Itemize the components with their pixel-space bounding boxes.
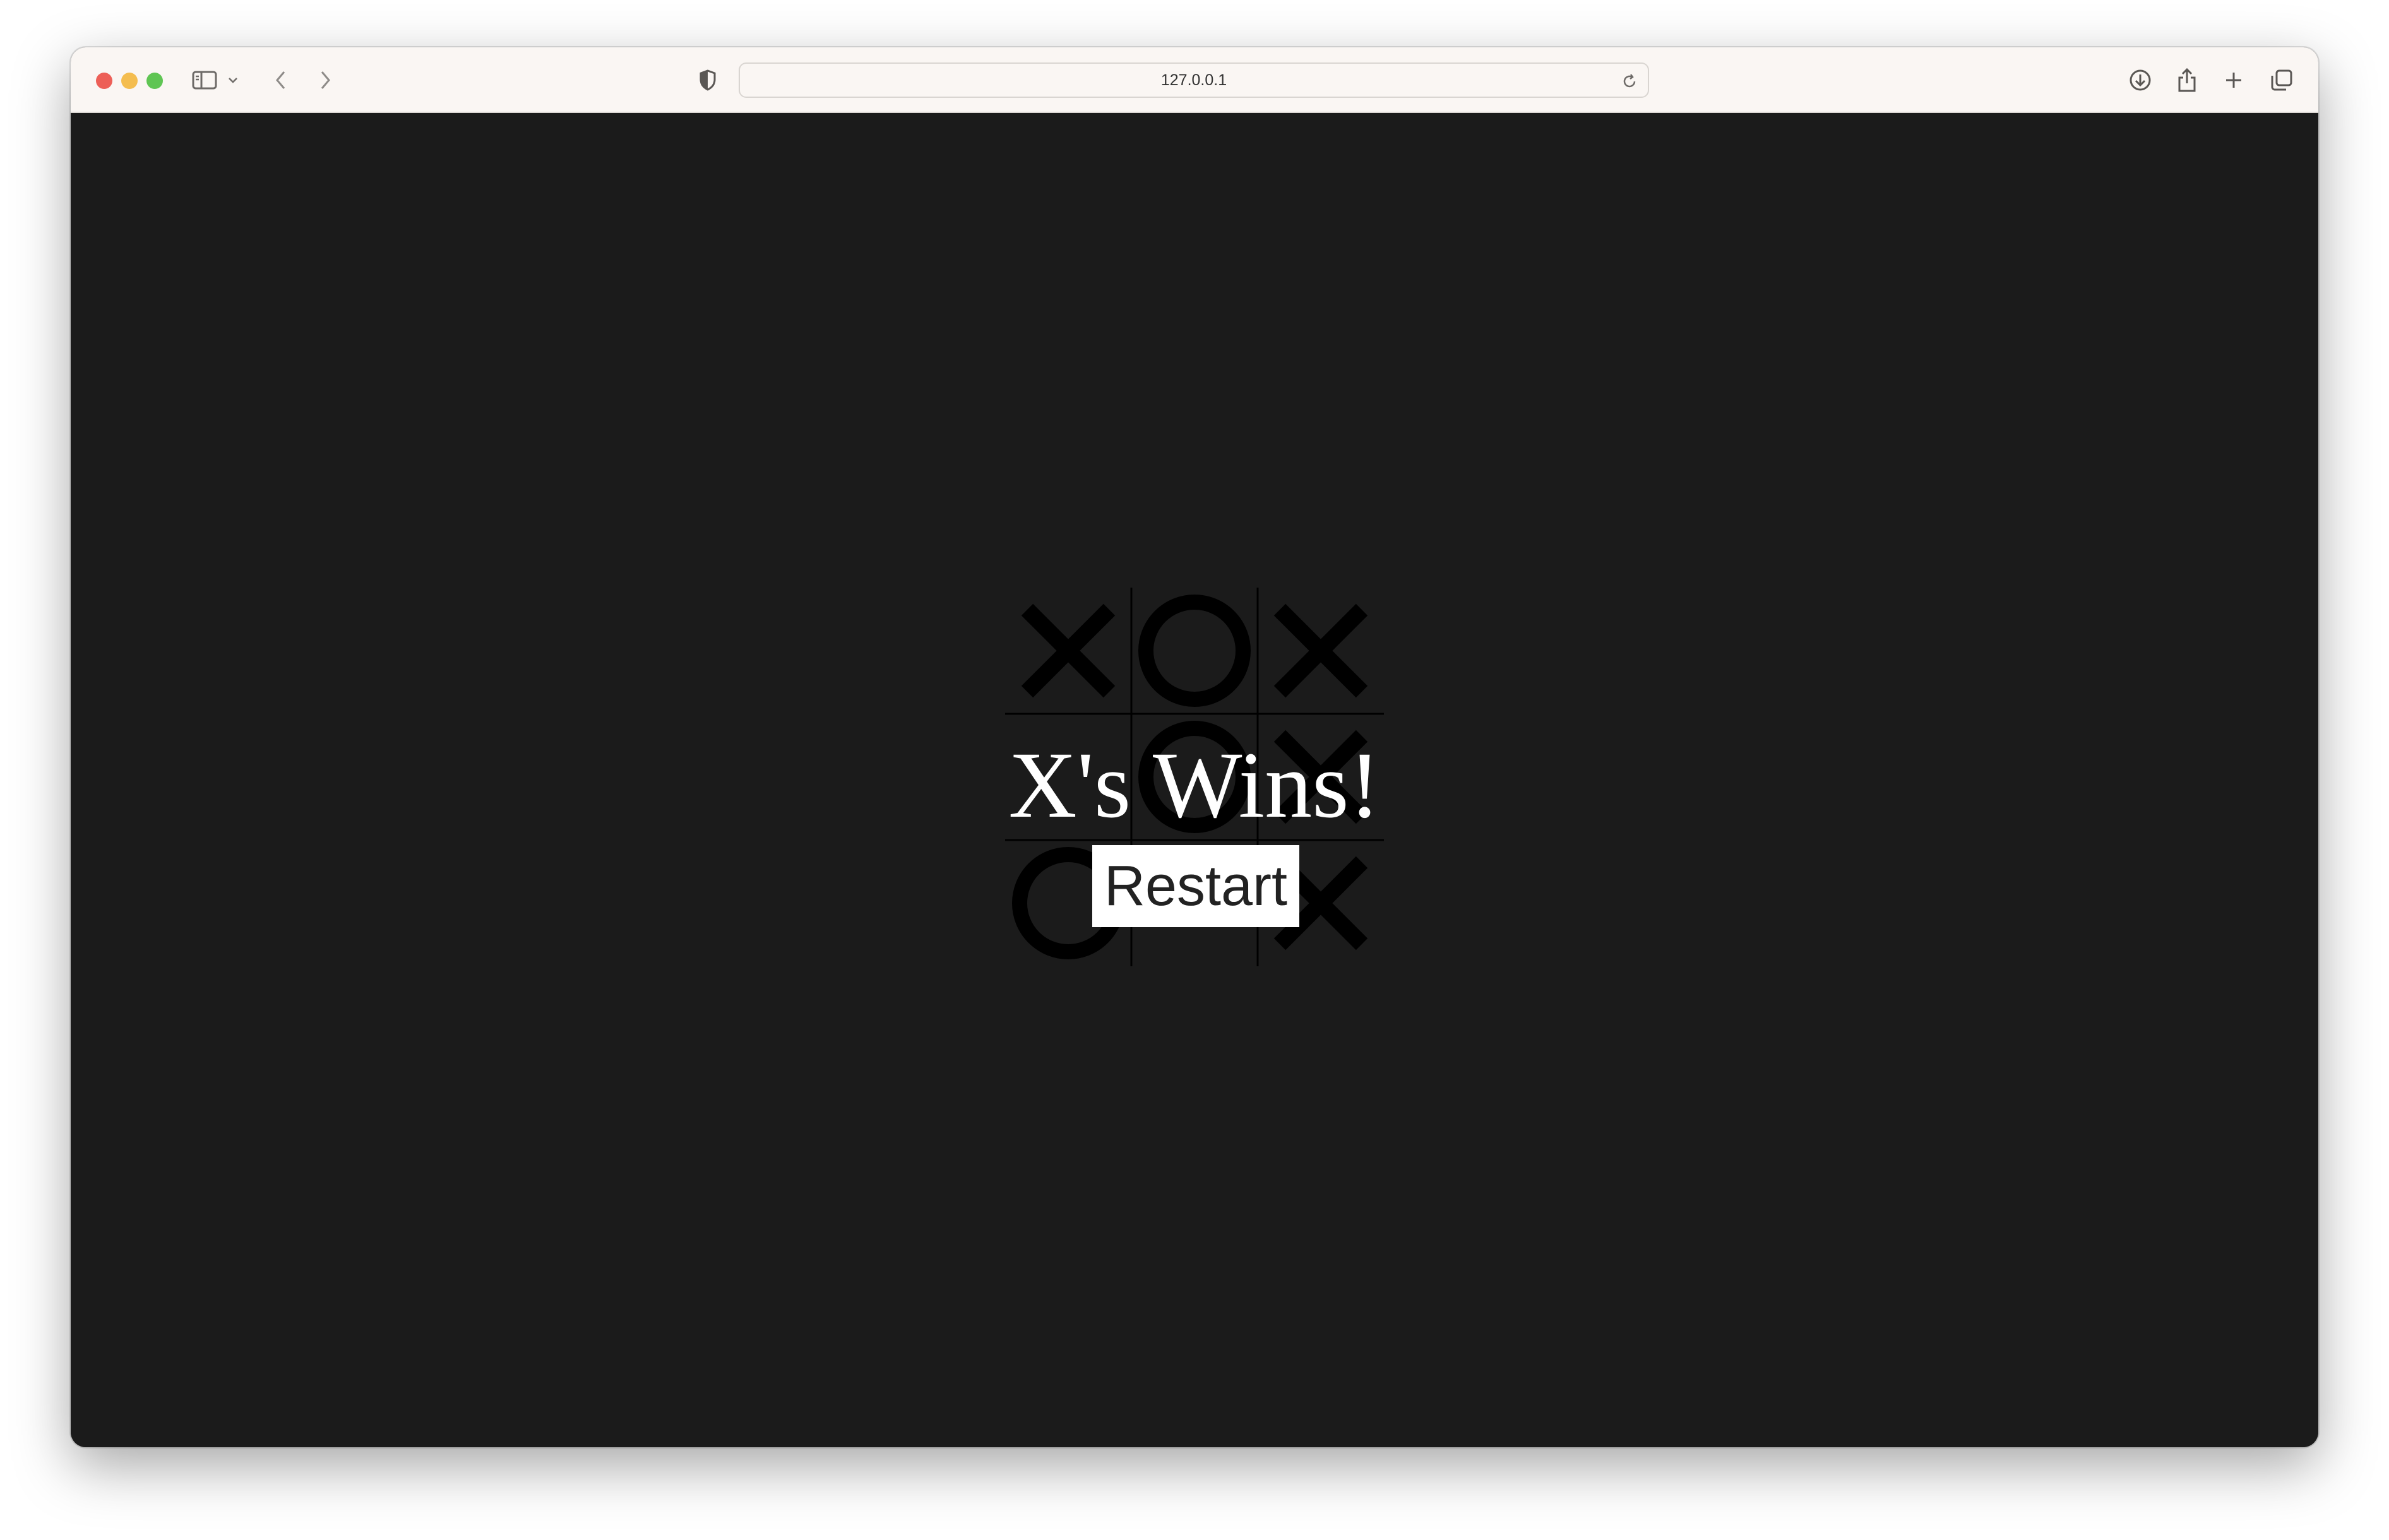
page-content: X's Wins! Restart: [71, 113, 2318, 1447]
minimize-window-button[interactable]: [121, 73, 138, 89]
restart-button[interactable]: Restart: [1092, 845, 1299, 927]
zoom-window-button[interactable]: [146, 73, 163, 89]
close-window-button[interactable]: [96, 73, 112, 89]
forward-icon[interactable]: [316, 64, 335, 97]
sidebar-icon[interactable]: [191, 64, 218, 97]
board-cell-3[interactable]: [1258, 588, 1384, 714]
privacy-shield-icon[interactable]: [697, 64, 718, 97]
download-icon[interactable]: [2128, 64, 2153, 97]
browser-toolbar: 127.0.0.1: [71, 47, 2318, 113]
share-icon[interactable]: [2176, 64, 2198, 97]
board-cell-2[interactable]: [1131, 588, 1258, 714]
url-text: 127.0.0.1: [1160, 71, 1227, 89]
winner-message: X's Wins!: [1008, 733, 1381, 838]
o-mark: [1138, 595, 1251, 707]
back-icon[interactable]: [271, 64, 290, 97]
address-bar[interactable]: 127.0.0.1: [739, 62, 1649, 98]
board-cell-1[interactable]: [1005, 588, 1131, 714]
x-mark: [1021, 603, 1116, 698]
new-tab-icon[interactable]: [2222, 64, 2245, 97]
browser-window: 127.0.0.1 X's Wins! Restart: [71, 47, 2318, 1447]
tab-overview-icon[interactable]: [2269, 64, 2294, 97]
reload-icon[interactable]: [1620, 65, 1639, 98]
x-mark: [1273, 603, 1368, 698]
chevron-down-icon[interactable]: [226, 64, 240, 97]
